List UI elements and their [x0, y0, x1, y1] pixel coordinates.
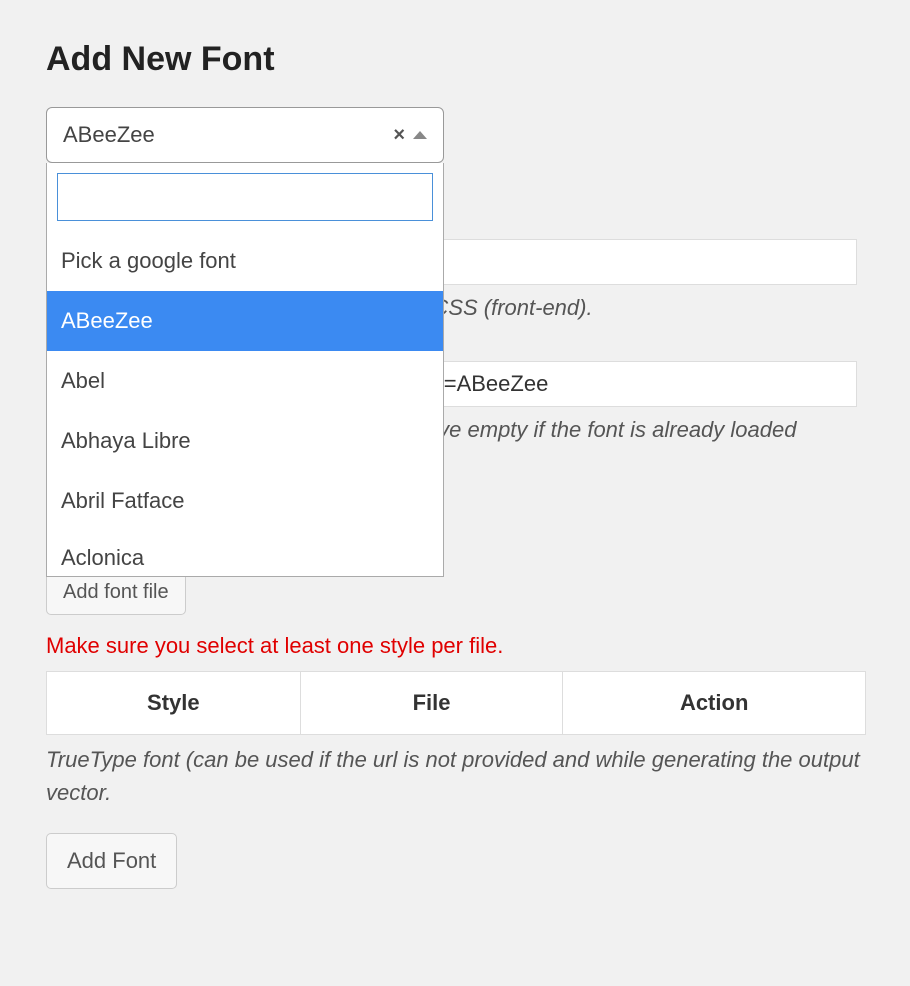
table-header-action: Action	[563, 672, 866, 735]
clear-icon[interactable]: ×	[393, 124, 405, 147]
select-option[interactable]: Abril Fatface	[47, 471, 443, 531]
select-option[interactable]: Aclonica	[47, 531, 443, 576]
chevron-up-icon[interactable]	[413, 131, 427, 139]
table-header-file: File	[300, 672, 563, 735]
truetype-help: TrueType font (can be used if the url is…	[46, 743, 864, 809]
select-option-placeholder[interactable]: Pick a google font	[47, 231, 443, 291]
select-option[interactable]: ABeeZee	[47, 291, 443, 351]
font-files-table: Style File Action	[46, 671, 866, 735]
select-display[interactable]: ABeeZee ×	[46, 107, 444, 163]
error-message: Make sure you select at least one style …	[46, 633, 864, 659]
select-option[interactable]: Abhaya Libre	[47, 411, 443, 471]
google-font-select[interactable]: ABeeZee × Pick a google font ABeeZee Abe…	[46, 107, 444, 163]
add-font-button[interactable]: Add Font	[46, 833, 177, 889]
select-search-input[interactable]	[57, 173, 433, 221]
select-current-value: ABeeZee	[63, 122, 155, 148]
table-header-style: Style	[47, 672, 301, 735]
page-title: Add New Font	[46, 40, 864, 79]
select-dropdown: Pick a google font ABeeZee Abel Abhaya L…	[46, 163, 444, 577]
select-option[interactable]: Abel	[47, 351, 443, 411]
